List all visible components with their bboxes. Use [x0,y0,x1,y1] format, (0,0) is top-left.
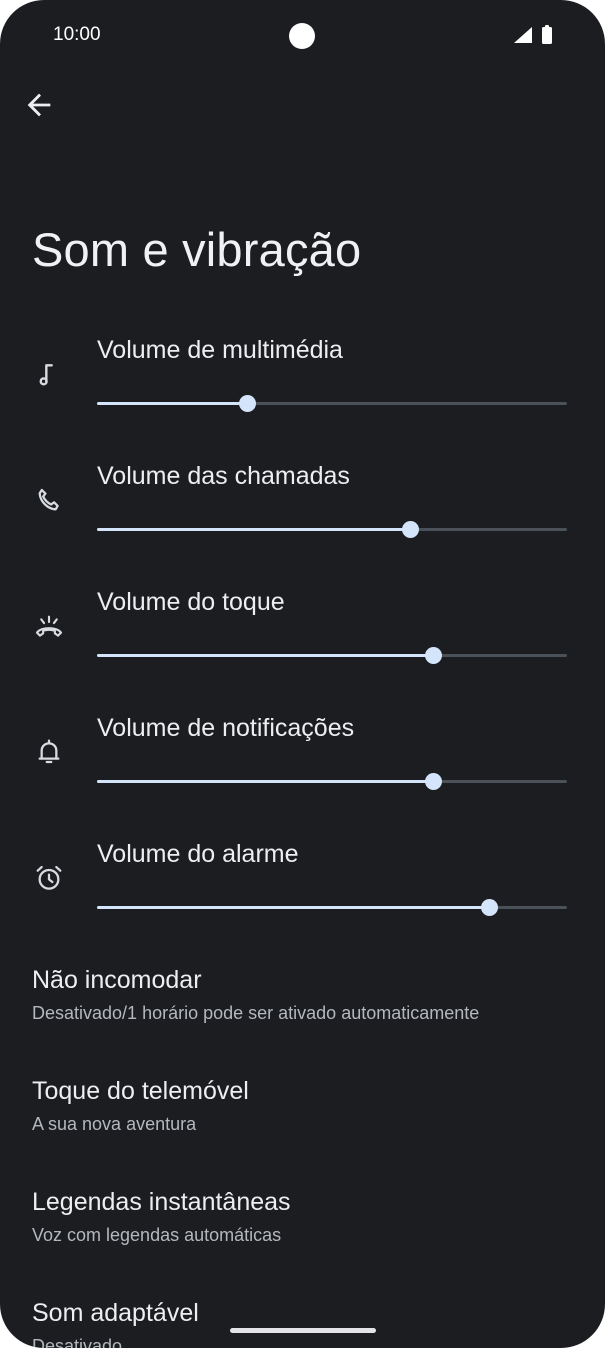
pref-title: Legendas instantâneas [32,1188,291,1216]
phone-icon [38,488,59,511]
slider-fill [97,906,490,909]
call-volume-slider[interactable] [97,521,567,538]
status-time: 10:00 [53,24,101,45]
slider-thumb[interactable] [425,773,443,790]
bell-icon [38,739,60,764]
front-camera [289,23,315,49]
slider-fill [97,528,410,531]
pref-title: Toque do telemóvel [32,1077,249,1105]
slider-thumb[interactable] [481,899,499,916]
slider-fill [97,654,434,657]
slider-row-notification-volume: Volume de notificações [0,714,605,824]
slider-label: Volume do alarme [97,840,299,868]
pref-summary: A sua nova aventura [32,1114,197,1134]
ring-volume-slider[interactable] [97,647,567,664]
alarm-clock-icon [36,865,62,890]
slider-row-call-volume: Volume das chamadas [0,462,605,572]
pref-summary: Voz com legendas automáticas [32,1225,282,1245]
slider-row-ring-volume: Volume do toque [0,588,605,698]
pref-adaptive-sound[interactable]: Som adaptável Desativado [32,1299,572,1348]
media-volume-slider[interactable] [97,395,567,412]
slider-label: Volume de notificações [97,714,355,742]
cellular-signal-icon [514,27,532,43]
slider-thumb[interactable] [425,647,443,664]
notification-volume-slider[interactable] [97,773,567,790]
battery-icon [542,25,552,44]
music-note-icon [39,364,53,386]
pref-title: Som adaptável [32,1299,199,1327]
pref-summary: Desativado [32,1336,123,1348]
page-title: Som e vibração [32,223,362,276]
gesture-nav-handle[interactable] [230,1328,376,1333]
pref-summary: Desativado/1 horário pode ser ativado au… [32,1003,480,1023]
status-bar: 10:00 [0,0,605,70]
slider-fill [97,780,434,783]
slider-label: Volume das chamadas [97,462,350,490]
ringing-phone-icon [35,615,63,637]
slider-fill [97,402,248,405]
pref-do-not-disturb[interactable]: Não incomodar Desativado/1 horário pode … [32,966,572,1024]
pref-live-caption[interactable]: Legendas instantâneas Voz com legendas a… [32,1188,572,1246]
pref-title: Não incomodar [32,966,202,994]
slider-thumb[interactable] [401,521,419,538]
back-button[interactable] [22,88,56,122]
settings-screen: 10:00 Som e vibração Volume de multimédi… [0,0,605,1348]
slider-label: Volume do toque [97,588,285,616]
slider-thumb[interactable] [239,395,257,412]
slider-row-media-volume: Volume de multimédia [0,336,605,446]
slider-row-alarm-volume: Volume do alarme [0,840,605,950]
arrow-back-icon [27,93,51,117]
alarm-volume-slider[interactable] [97,899,567,916]
pref-phone-ringtone[interactable]: Toque do telemóvel A sua nova aventura [32,1077,572,1135]
slider-label: Volume de multimédia [97,336,343,364]
